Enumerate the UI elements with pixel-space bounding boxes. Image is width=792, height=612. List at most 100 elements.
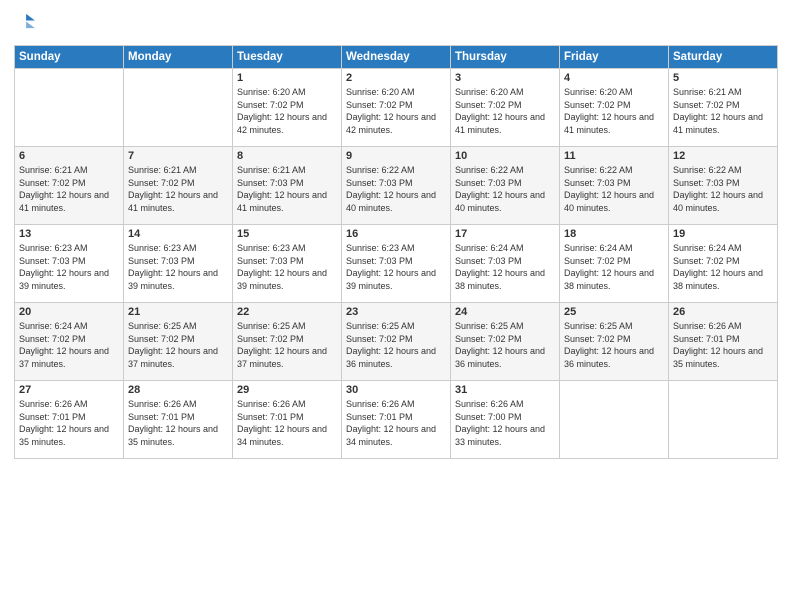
col-header-monday: Monday	[124, 46, 233, 69]
day-info: Sunrise: 6:25 AM Sunset: 7:02 PM Dayligh…	[455, 320, 555, 370]
day-number: 10	[455, 150, 555, 162]
day-cell: 25Sunrise: 6:25 AM Sunset: 7:02 PM Dayli…	[560, 303, 669, 381]
calendar-table: SundayMondayTuesdayWednesdayThursdayFrid…	[14, 45, 778, 459]
day-number: 22	[237, 306, 337, 318]
day-number: 26	[673, 306, 773, 318]
day-info: Sunrise: 6:26 AM Sunset: 7:01 PM Dayligh…	[128, 398, 228, 448]
week-row-1: 1 Sunrise: 6:20 AM Sunset: 7:02 PM Daylig…	[15, 69, 778, 147]
day-cell: 16 Sunrise: 6:23 AM Sunset: 7:03 PM Dayli…	[342, 225, 451, 303]
day-number: 24	[455, 306, 555, 318]
day-info: Sunrise: 6:20 AM Sunset: 7:02 PM Dayligh…	[237, 86, 337, 136]
day-info: Sunrise: 6:21 AM Sunset: 7:02 PM Dayligh…	[673, 86, 773, 136]
day-info: Sunrise: 6:21 AM Sunset: 7:02 PM Dayligh…	[128, 164, 228, 214]
day-info: Sunrise: 6:25 AM Sunset: 7:02 PM Dayligh…	[128, 320, 228, 370]
day-cell: 1 Sunrise: 6:20 AM Sunset: 7:02 PM Daylig…	[233, 69, 342, 147]
col-header-saturday: Saturday	[669, 46, 778, 69]
day-number: 28	[128, 384, 228, 396]
day-number: 2	[346, 72, 446, 84]
day-number: 16	[346, 228, 446, 240]
day-info: Sunrise: 6:20 AM Sunset: 7:02 PM Dayligh…	[455, 86, 555, 136]
week-row-5: 27 Sunrise: 6:26 AM Sunset: 7:01 PM Dayli…	[15, 381, 778, 459]
day-cell: 26 Sunrise: 6:26 AM Sunset: 7:01 PM Dayli…	[669, 303, 778, 381]
day-info: Sunrise: 6:20 AM Sunset: 7:02 PM Dayligh…	[564, 86, 664, 136]
day-cell: 6 Sunrise: 6:21 AM Sunset: 7:02 PM Daylig…	[15, 147, 124, 225]
day-cell	[124, 69, 233, 147]
day-number: 5	[673, 72, 773, 84]
day-number: 20	[19, 306, 119, 318]
day-info: Sunrise: 6:26 AM Sunset: 7:01 PM Dayligh…	[19, 398, 119, 448]
calendar-header-row: SundayMondayTuesdayWednesdayThursdayFrid…	[15, 46, 778, 69]
col-header-friday: Friday	[560, 46, 669, 69]
day-number: 31	[455, 384, 555, 396]
day-info: Sunrise: 6:21 AM Sunset: 7:02 PM Dayligh…	[19, 164, 119, 214]
day-info: Sunrise: 6:22 AM Sunset: 7:03 PM Dayligh…	[455, 164, 555, 214]
day-info: Sunrise: 6:25 AM Sunset: 7:02 PM Dayligh…	[564, 320, 664, 370]
day-cell: 22 Sunrise: 6:25 AM Sunset: 7:02 PM Dayli…	[233, 303, 342, 381]
day-cell: 15 Sunrise: 6:23 AM Sunset: 7:03 PM Dayli…	[233, 225, 342, 303]
day-number: 19	[673, 228, 773, 240]
day-cell	[560, 381, 669, 459]
day-number: 29	[237, 384, 337, 396]
day-info: Sunrise: 6:25 AM Sunset: 7:02 PM Dayligh…	[237, 320, 337, 370]
day-number: 30	[346, 384, 446, 396]
day-cell: 14Sunrise: 6:23 AM Sunset: 7:03 PM Dayli…	[124, 225, 233, 303]
day-cell: 24 Sunrise: 6:25 AM Sunset: 7:02 PM Dayli…	[451, 303, 560, 381]
day-number: 15	[237, 228, 337, 240]
day-number: 3	[455, 72, 555, 84]
day-number: 8	[237, 150, 337, 162]
week-row-3: 13 Sunrise: 6:23 AM Sunset: 7:03 PM Dayli…	[15, 225, 778, 303]
day-cell	[15, 69, 124, 147]
day-info: Sunrise: 6:25 AM Sunset: 7:02 PM Dayligh…	[346, 320, 446, 370]
day-number: 13	[19, 228, 119, 240]
day-cell: 27 Sunrise: 6:26 AM Sunset: 7:01 PM Dayli…	[15, 381, 124, 459]
day-cell: 20 Sunrise: 6:24 AM Sunset: 7:02 PM Dayli…	[15, 303, 124, 381]
day-cell: 28 Sunrise: 6:26 AM Sunset: 7:01 PM Dayli…	[124, 381, 233, 459]
day-info: Sunrise: 6:24 AM Sunset: 7:02 PM Dayligh…	[19, 320, 119, 370]
day-cell: 11 Sunrise: 6:22 AM Sunset: 7:03 PM Dayli…	[560, 147, 669, 225]
day-info: Sunrise: 6:26 AM Sunset: 7:01 PM Dayligh…	[237, 398, 337, 448]
day-cell: 9 Sunrise: 6:22 AM Sunset: 7:03 PM Daylig…	[342, 147, 451, 225]
day-cell: 13Sunrise: 6:23 AM Sunset: 7:03 PM Dayli…	[15, 225, 124, 303]
day-cell: 21 Sunrise: 6:25 AM Sunset: 7:02 PM Dayli…	[124, 303, 233, 381]
day-number: 1	[237, 72, 337, 84]
week-row-4: 20 Sunrise: 6:24 AM Sunset: 7:02 PM Dayli…	[15, 303, 778, 381]
header	[14, 10, 778, 37]
day-number: 27	[19, 384, 119, 396]
day-cell: 17 Sunrise: 6:24 AM Sunset: 7:03 PM Dayli…	[451, 225, 560, 303]
col-header-wednesday: Wednesday	[342, 46, 451, 69]
day-cell: 4Sunrise: 6:20 AM Sunset: 7:02 PM Daylig…	[560, 69, 669, 147]
day-info: Sunrise: 6:22 AM Sunset: 7:03 PM Dayligh…	[673, 164, 773, 214]
day-cell: 23Sunrise: 6:25 AM Sunset: 7:02 PM Dayli…	[342, 303, 451, 381]
day-info: Sunrise: 6:22 AM Sunset: 7:03 PM Dayligh…	[346, 164, 446, 214]
day-cell: 31Sunrise: 6:26 AM Sunset: 7:00 PM Dayli…	[451, 381, 560, 459]
day-info: Sunrise: 6:20 AM Sunset: 7:02 PM Dayligh…	[346, 86, 446, 136]
day-number: 12	[673, 150, 773, 162]
day-info: Sunrise: 6:24 AM Sunset: 7:02 PM Dayligh…	[564, 242, 664, 292]
day-number: 17	[455, 228, 555, 240]
day-number: 11	[564, 150, 664, 162]
day-info: Sunrise: 6:26 AM Sunset: 7:01 PM Dayligh…	[673, 320, 773, 370]
day-number: 9	[346, 150, 446, 162]
day-info: Sunrise: 6:26 AM Sunset: 7:01 PM Dayligh…	[346, 398, 446, 448]
logo-icon	[14, 10, 36, 32]
day-info: Sunrise: 6:23 AM Sunset: 7:03 PM Dayligh…	[128, 242, 228, 292]
col-header-thursday: Thursday	[451, 46, 560, 69]
day-cell: 30 Sunrise: 6:26 AM Sunset: 7:01 PM Dayli…	[342, 381, 451, 459]
day-info: Sunrise: 6:22 AM Sunset: 7:03 PM Dayligh…	[564, 164, 664, 214]
day-cell: 18 Sunrise: 6:24 AM Sunset: 7:02 PM Dayli…	[560, 225, 669, 303]
day-cell: 12 Sunrise: 6:22 AM Sunset: 7:03 PM Dayli…	[669, 147, 778, 225]
day-number: 21	[128, 306, 228, 318]
logo	[14, 10, 38, 37]
col-header-tuesday: Tuesday	[233, 46, 342, 69]
day-cell: 2 Sunrise: 6:20 AM Sunset: 7:02 PM Daylig…	[342, 69, 451, 147]
day-cell: 19Sunrise: 6:24 AM Sunset: 7:02 PM Dayli…	[669, 225, 778, 303]
day-cell: 29 Sunrise: 6:26 AM Sunset: 7:01 PM Dayli…	[233, 381, 342, 459]
day-number: 18	[564, 228, 664, 240]
day-info: Sunrise: 6:21 AM Sunset: 7:03 PM Dayligh…	[237, 164, 337, 214]
day-info: Sunrise: 6:23 AM Sunset: 7:03 PM Dayligh…	[237, 242, 337, 292]
day-info: Sunrise: 6:23 AM Sunset: 7:03 PM Dayligh…	[346, 242, 446, 292]
day-number: 7	[128, 150, 228, 162]
day-number: 6	[19, 150, 119, 162]
day-info: Sunrise: 6:24 AM Sunset: 7:03 PM Dayligh…	[455, 242, 555, 292]
day-cell: 10 Sunrise: 6:22 AM Sunset: 7:03 PM Dayli…	[451, 147, 560, 225]
